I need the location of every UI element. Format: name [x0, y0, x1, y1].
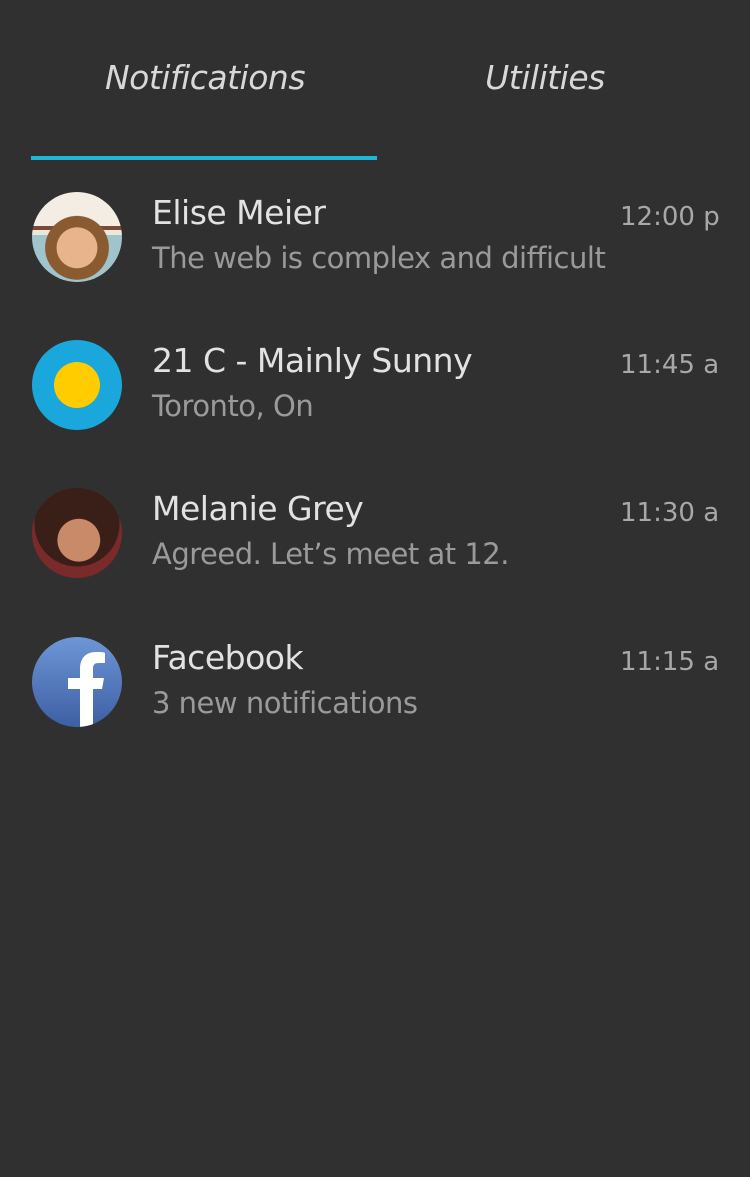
notification-subtitle: Agreed. Let’s meet at 12. [152, 537, 509, 571]
sun-icon [32, 340, 122, 430]
notification-time: 12:00 p [620, 202, 720, 232]
active-tab-indicator [31, 156, 377, 160]
notification-time: 11:15 a [620, 647, 720, 677]
facebook-icon [32, 637, 122, 727]
notification-subtitle: 3 new notifications [152, 686, 418, 720]
notification-title: Melanie Grey [152, 489, 364, 528]
notification-subtitle: The web is complex and difficult [152, 241, 606, 275]
tab-utilities[interactable]: Utilities [485, 58, 605, 97]
notification-item[interactable]: Elise Meier The web is complex and diffi… [0, 177, 750, 297]
avatar-elise-meier [32, 192, 122, 282]
notification-item[interactable]: Facebook 3 new notifications 11:15 a [0, 622, 750, 742]
notification-item[interactable]: 21 C - Mainly Sunny Toronto, On 11:45 a [0, 325, 750, 445]
avatar-melanie-grey [32, 488, 122, 578]
notification-item[interactable]: Melanie Grey Agreed. Let’s meet at 12. 1… [0, 473, 750, 593]
notification-title: Facebook [152, 638, 304, 677]
notification-title: Elise Meier [152, 193, 326, 232]
notification-time: 11:45 a [620, 350, 720, 380]
notification-time: 11:30 a [620, 498, 720, 528]
notification-subtitle: Toronto, On [152, 389, 314, 423]
notification-title: 21 C - Mainly Sunny [152, 341, 473, 380]
tab-notifications[interactable]: Notifications [105, 58, 306, 97]
